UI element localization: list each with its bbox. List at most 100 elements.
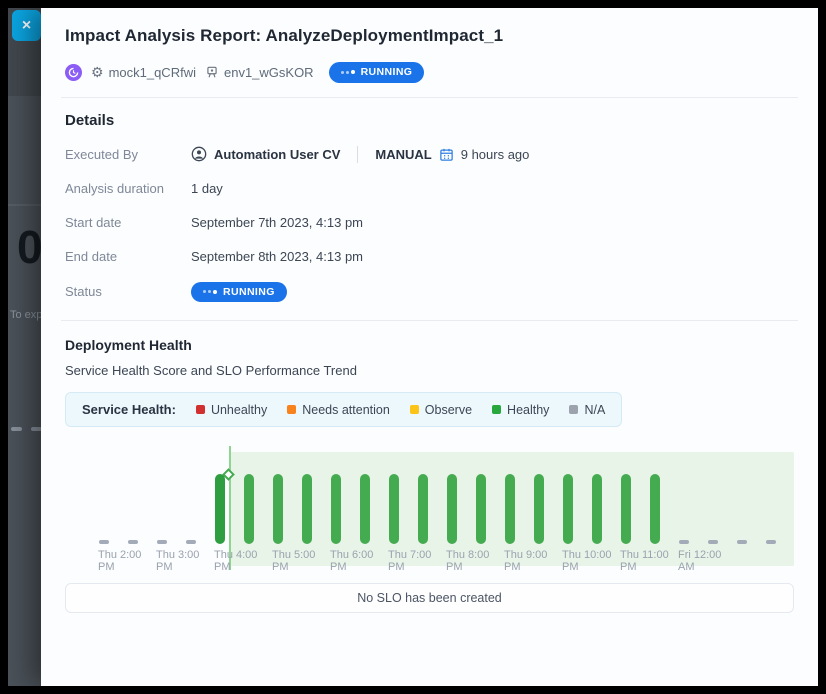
details-heading: Details [65,112,794,129]
backdrop-divider [8,204,42,206]
no-data-stub[interactable] [99,540,109,544]
x-axis-tick-label: Thu 7:00PM [388,549,431,573]
no-data-stub[interactable] [737,540,747,544]
detail-label: Executed By [65,147,191,162]
detail-label: End date [65,249,191,264]
legend-label: N/A [584,403,605,417]
deployment-health-heading: Deployment Health [65,337,794,353]
legend-title: Service Health: [82,402,176,417]
no-data-stub[interactable] [766,540,776,544]
legend-item: Healthy [492,403,549,417]
vertical-divider [357,146,358,163]
detail-value: RUNNING [191,282,287,303]
legend-item: N/A [569,403,605,417]
environment-meta: env1_wGsKOR [205,65,314,80]
x-axis-tick-label: Thu 4:00PM [214,549,257,573]
status-badge: RUNNING [329,62,425,83]
detail-row-executed-by: Executed By Automation User CV MANUAL 9 … [65,146,794,163]
legend-label: Needs attention [302,403,390,417]
detail-row-analysis-duration: Analysis duration 1 day [65,180,794,197]
section-divider [61,320,798,321]
legend-swatch-icon [492,405,501,414]
legend-label: Healthy [507,403,549,417]
backdrop-chart-stub [11,427,22,431]
detail-value: September 8th 2023, 4:13 pm [191,249,363,264]
drawer-header: Impact Analysis Report: AnalyzeDeploymen… [41,8,818,97]
legend-swatch-icon [287,405,296,414]
no-data-stub[interactable] [128,540,138,544]
health-bar[interactable] [650,474,660,544]
screen: 0 To exp × Impact Analysis Report: Analy… [0,0,826,694]
health-bar[interactable] [389,474,399,544]
health-bar[interactable] [563,474,573,544]
gear-icon: ⚙ [91,65,104,79]
detail-label: Start date [65,215,191,230]
health-bar[interactable] [418,474,428,544]
close-icon[interactable]: × [12,10,41,41]
legend-swatch-icon [569,405,578,414]
deployment-icon [65,64,82,81]
x-axis-tick-label: Thu 11:00PM [620,549,669,573]
health-chart: Thu 2:00PMThu 3:00PMThu 4:00PMThu 5:00PM… [65,441,794,573]
detail-value: 1 day [191,181,223,196]
no-data-stub[interactable] [708,540,718,544]
x-axis-tick-label: Thu 3:00PM [156,549,199,573]
health-bar[interactable] [534,474,544,544]
executed-by-user: Automation User CV [214,147,340,162]
service-health-legend: Service Health: Unhealthy Needs attention… [65,392,622,427]
legend-item: Unhealthy [196,403,267,417]
x-axis-tick-label: Thu 9:00PM [504,549,547,573]
environment-name: env1_wGsKOR [224,65,314,80]
legend-label: Unhealthy [211,403,267,417]
detail-value: Automation User CV MANUAL 9 hours ago [191,146,529,163]
detail-row-end-date: End date September 8th 2023, 4:13 pm [65,248,794,265]
page-backdrop: 0 To exp [8,8,42,686]
legend-swatch-icon [410,405,419,414]
deployment-health-subtitle: Service Health Score and SLO Performance… [65,363,794,378]
health-bar[interactable] [244,474,254,544]
section-divider [61,97,798,98]
running-spinner-icon [341,70,355,74]
x-axis-tick-label: Fri 12:00AM [678,549,721,573]
x-axis-tick-label: Thu 2:00PM [98,549,141,573]
status-badge-label: RUNNING [223,287,275,298]
detail-row-status: Status RUNNING [65,282,794,303]
details-section: Details Executed By Automation User CV M… [41,112,818,303]
legend-item: Observe [410,403,472,417]
service-name: mock1_qCRfwi [109,65,196,80]
no-data-stub[interactable] [186,540,196,544]
status-badge: RUNNING [191,282,287,303]
health-bar[interactable] [215,474,225,544]
x-axis-tick-label: Thu 6:00PM [330,549,373,573]
calendar-icon [439,147,454,162]
health-bar[interactable] [331,474,341,544]
legend-item: Needs attention [287,403,390,417]
detail-label: Analysis duration [65,181,191,196]
backdrop-metric-value: 0 [17,220,42,274]
health-bar[interactable] [621,474,631,544]
trigger-type: MANUAL [375,147,431,162]
legend-swatch-icon [196,405,205,414]
health-bar[interactable] [360,474,370,544]
environment-icon [205,65,219,79]
report-meta-row: ⚙ mock1_qCRfwi env1_wGsKOR RUNNING [65,62,794,97]
x-axis-tick-label: Thu 8:00PM [446,549,489,573]
health-bar[interactable] [592,474,602,544]
service-meta: ⚙ mock1_qCRfwi [91,65,196,80]
health-bar[interactable] [273,474,283,544]
legend-items: Unhealthy Needs attention Observe Healthy N/… [196,403,605,417]
detail-value: September 7th 2023, 4:13 pm [191,215,363,230]
backdrop-partial-text: To exp [10,309,42,321]
user-icon [191,146,207,162]
no-data-stub[interactable] [679,540,689,544]
health-bar[interactable] [302,474,312,544]
running-spinner-icon [203,290,217,294]
health-bar[interactable] [505,474,515,544]
health-bar[interactable] [476,474,486,544]
no-data-stub[interactable] [157,540,167,544]
slo-empty-state: No SLO has been created [65,583,794,613]
page-title: Impact Analysis Report: AnalyzeDeploymen… [65,26,794,46]
impact-analysis-drawer: Impact Analysis Report: AnalyzeDeploymen… [41,8,818,686]
health-bar[interactable] [447,474,457,544]
executed-time-ago: 9 hours ago [461,147,530,162]
